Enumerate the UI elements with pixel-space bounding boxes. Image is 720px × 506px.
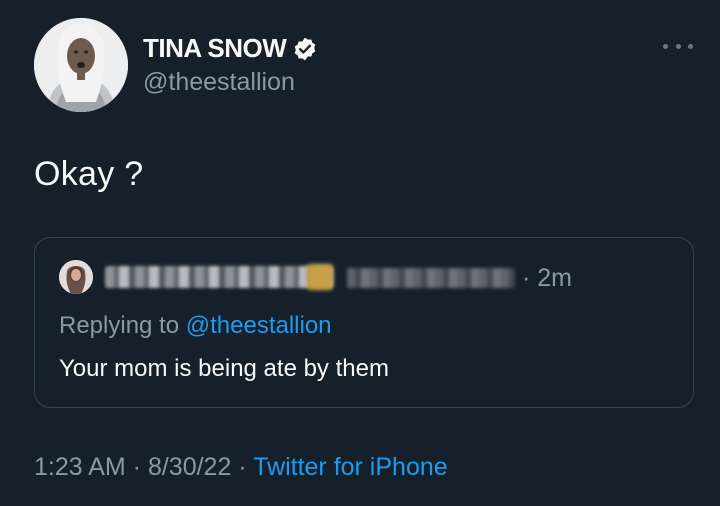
author-name[interactable]: TINA SNOW — [143, 33, 318, 64]
author-avatar[interactable] — [34, 18, 128, 112]
quoted-tweet-text: Your mom is being ate by them — [59, 355, 389, 382]
more-dot — [688, 43, 693, 49]
replying-to-label: Replying to — [59, 312, 186, 339]
tweet-source-link[interactable]: Twitter for iPhone — [253, 453, 448, 481]
quoted-author-emoji-redacted — [307, 264, 333, 290]
tweet-meta: 1:23 AM · 8/30/22 · Twitter for iPhone — [34, 453, 448, 482]
replying-to: Replying to @theestallion — [59, 312, 332, 340]
more-dot — [675, 43, 681, 49]
quoted-author-avatar[interactable] — [59, 260, 93, 294]
tweet: TINA SNOW @theestallion Okay ? · 2m Repl… — [0, 0, 720, 506]
tweet-text: Okay ? — [34, 155, 144, 193]
replying-to-mention[interactable]: @theestallion — [186, 312, 332, 339]
more-dot — [663, 43, 668, 49]
author-name-text: TINA SNOW — [143, 33, 287, 63]
quoted-author-name-redacted — [105, 266, 333, 288]
author-handle[interactable]: @theestallion — [143, 68, 295, 97]
tweet-timestamp[interactable]: 1:23 AM · 8/30/22 · — [34, 453, 253, 481]
quoted-tweet-time: · 2m — [522, 264, 572, 292]
verified-icon — [292, 36, 318, 62]
more-icon[interactable] — [663, 36, 693, 56]
quoted-author-handle-redacted — [347, 268, 515, 288]
quoted-tweet-card[interactable]: · 2m Replying to @theestallion Your mom … — [34, 237, 694, 408]
